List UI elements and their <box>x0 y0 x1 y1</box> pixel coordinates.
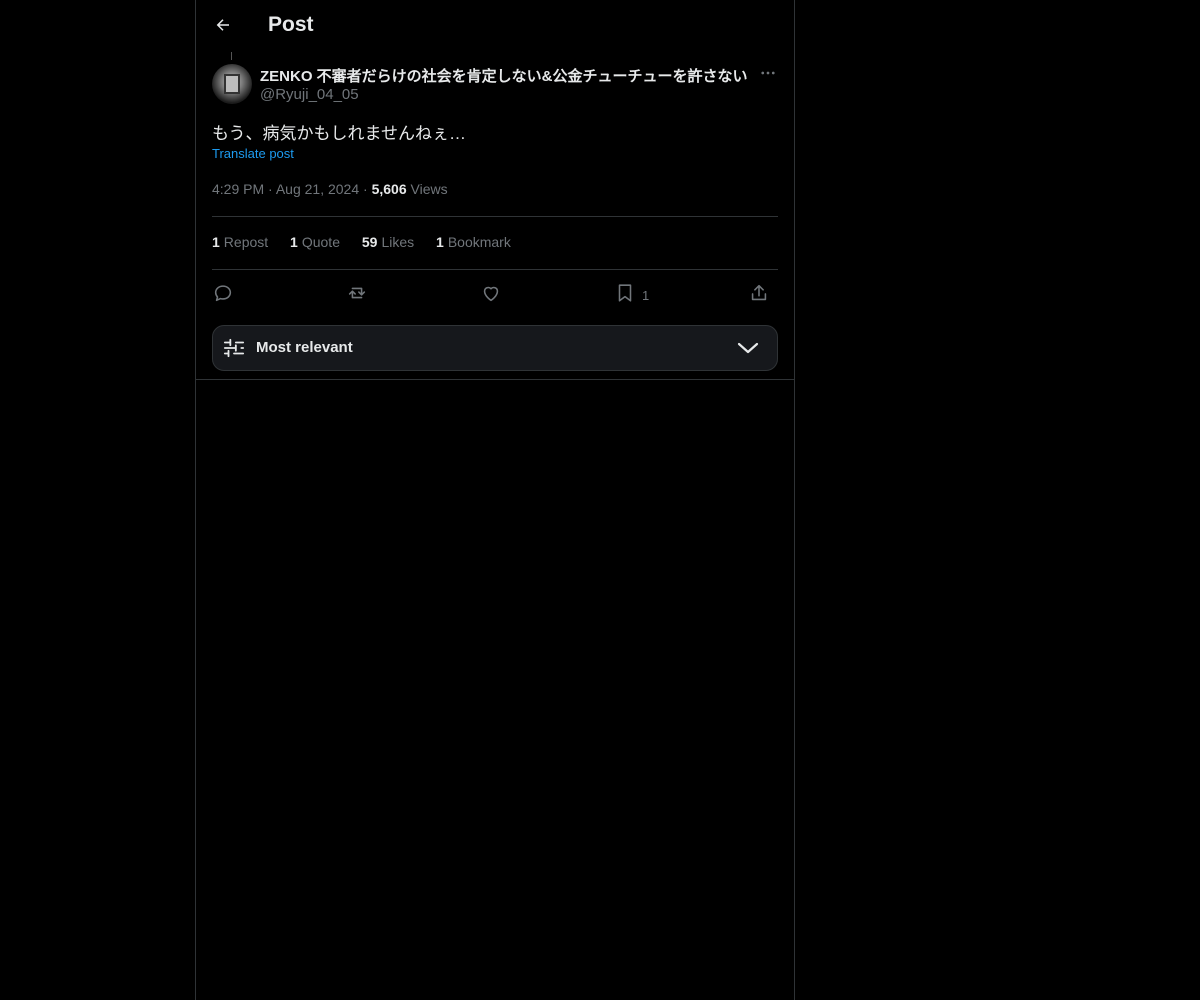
reply-button[interactable] <box>212 280 234 306</box>
reply-icon <box>212 282 234 304</box>
sort-label: Most relevant <box>256 339 353 356</box>
page-title: Post <box>268 13 314 36</box>
main-column: Post ZENKO 不審者だらけの社会を肯定しない&公金チューチューを許さない… <box>195 0 795 1000</box>
quotes-count: 1 <box>290 234 298 250</box>
reposts-label: Repost <box>223 234 269 250</box>
bookmark-count: 1 <box>642 287 650 303</box>
repost-button[interactable] <box>346 280 368 306</box>
post-metadata: 4:29 PM · Aug 21, 2024 · 5,606 Views <box>212 181 448 197</box>
thread-line <box>231 52 232 60</box>
reply-sort-dropdown[interactable]: Most relevant <box>212 325 778 371</box>
translate-post-link[interactable]: Translate post <box>212 146 294 161</box>
sliders-icon <box>223 337 245 364</box>
post-stats: 1 Repost 1 Quote 59 Likes 1 Bookmark <box>212 234 529 250</box>
meta-separator: · <box>268 181 273 197</box>
avatar-image <box>224 74 240 94</box>
section-divider <box>196 379 794 380</box>
likes-label: Likes <box>381 234 415 250</box>
post-time[interactable]: 4:29 PM <box>212 181 264 197</box>
author-display-name[interactable]: ZENKO 不審者だらけの社会を肯定しない&公金チューチューを許さない <box>260 65 752 86</box>
share-icon <box>748 282 770 304</box>
like-button[interactable] <box>480 280 502 306</box>
page-header: Post <box>196 0 794 53</box>
author-handle[interactable]: @Ryuji_04_05 <box>260 86 359 103</box>
chevron-down-icon <box>737 340 759 361</box>
quotes-label: Quote <box>301 234 340 250</box>
meta-separator: · <box>363 181 368 197</box>
views-count: 5,606 <box>371 181 407 197</box>
arrow-left-icon <box>214 16 232 39</box>
bookmark-icon <box>614 282 636 304</box>
more-button[interactable] <box>756 64 780 86</box>
quotes-stat[interactable]: 1 Quote <box>290 234 340 250</box>
avatar[interactable] <box>212 64 252 104</box>
bookmarks-label: Bookmark <box>447 234 511 250</box>
heart-icon <box>480 282 502 304</box>
reposts-stat[interactable]: 1 Repost <box>212 234 268 250</box>
share-button[interactable] <box>748 280 770 306</box>
post-text: もう、病気かもしれませんねぇ… <box>212 124 466 143</box>
back-button[interactable] <box>208 12 238 42</box>
more-icon <box>759 64 777 87</box>
divider <box>212 216 778 217</box>
bookmarks-count: 1 <box>436 234 444 250</box>
action-bar: 1 <box>212 280 778 306</box>
views-label: Views <box>410 181 448 197</box>
divider <box>212 269 778 270</box>
likes-stat[interactable]: 59 Likes <box>362 234 414 250</box>
repost-icon <box>346 282 368 304</box>
bookmarks-stat[interactable]: 1 Bookmark <box>436 234 511 250</box>
likes-count: 59 <box>361 234 378 250</box>
bookmark-button[interactable]: 1 <box>614 280 649 306</box>
reposts-count: 1 <box>212 234 220 250</box>
post-date[interactable]: Aug 21, 2024 <box>276 181 359 197</box>
